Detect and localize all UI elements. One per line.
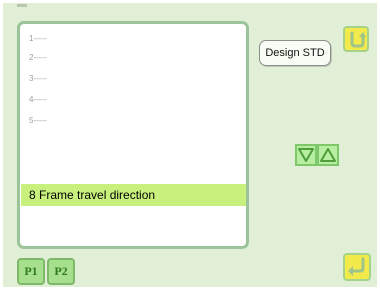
- enter-return-icon: [348, 257, 365, 276]
- triangle-down-icon: [298, 148, 314, 162]
- top-indicator: [17, 4, 27, 7]
- list-item[interactable]: 1-----: [29, 32, 47, 46]
- design-std-button[interactable]: Design STD: [259, 40, 331, 66]
- page-tab-p2[interactable]: P2: [47, 258, 75, 285]
- selected-list-item[interactable]: 8 Frame travel direction: [21, 184, 246, 206]
- page-tabs: P1 P2: [17, 258, 377, 288]
- list-item[interactable]: 3-----: [29, 72, 47, 86]
- screen: 1----- 2----- 3----- 4----- 5----- 8 Fra…: [3, 3, 377, 287]
- rotate-arrow-icon: [350, 31, 366, 48]
- scroll-up-button[interactable]: [317, 144, 339, 166]
- triangle-up-icon: [320, 148, 336, 162]
- page-tab-p1[interactable]: P1: [17, 258, 45, 285]
- list-item[interactable]: 4-----: [29, 93, 47, 107]
- enter-button[interactable]: [343, 253, 371, 281]
- list-item[interactable]: 5-----: [29, 114, 47, 128]
- rotate-button[interactable]: [343, 26, 369, 52]
- list-item[interactable]: 2-----: [29, 51, 47, 65]
- scroll-down-button[interactable]: [295, 144, 317, 166]
- setting-list[interactable]: 1----- 2----- 3----- 4----- 5----- 8 Fra…: [17, 21, 249, 249]
